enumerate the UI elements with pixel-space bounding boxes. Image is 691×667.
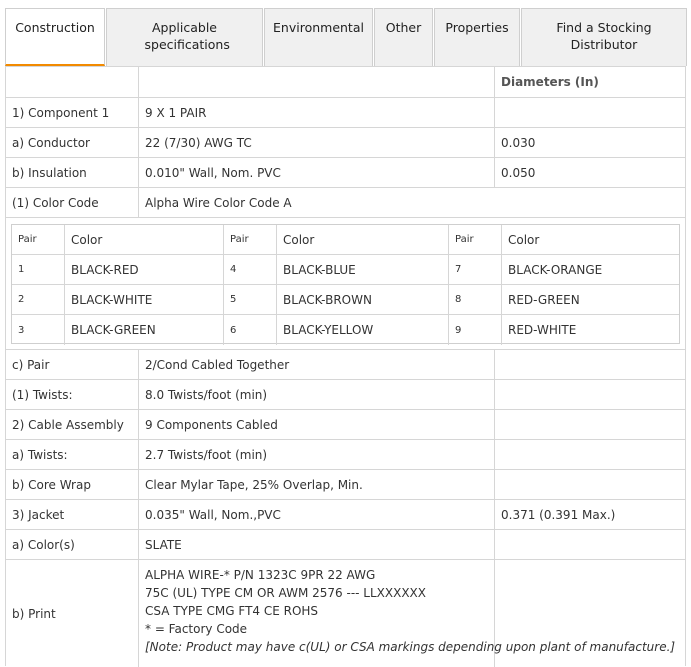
tab-applicable-specifications[interactable]: Applicable specifications xyxy=(106,8,263,66)
row-label: a) Conductor xyxy=(6,128,139,157)
row-diameter: 0.030 xyxy=(501,135,536,150)
color-code-header-row: Pair Color Pair Color Pair Color xyxy=(12,225,679,255)
pair-number: 8 xyxy=(449,285,502,314)
color-code-row: 3 BLACK-GREEN 6 BLACK-YELLOW 9 RED-WHITE xyxy=(12,315,679,345)
tab-label: Properties xyxy=(445,20,509,35)
print-line: 75C (UL) TYPE CM OR AWM 2576 --- LLXXXXX… xyxy=(145,586,426,600)
tab-label: Other xyxy=(385,20,422,35)
row-diameter xyxy=(495,350,685,379)
row-label: 2) Cable Assembly xyxy=(6,410,139,439)
color-header: Color xyxy=(508,232,540,247)
table-row: 2) Cable Assembly 9 Components Cabled xyxy=(6,410,685,440)
print-line: CSA TYPE CMG FT4 CE ROHS xyxy=(145,604,319,618)
tab-other[interactable]: Other xyxy=(374,8,433,66)
pair-color: RED-WHITE xyxy=(508,323,577,337)
table-row: 3) Jacket 0.035" Wall, Nom.,PVC 0.371 (0… xyxy=(6,500,685,530)
tab-label: Applicable specifications xyxy=(144,20,230,52)
table-row: (1) Color Code Alpha Wire Color Code A xyxy=(6,188,685,218)
row-value: 9 Components Cabled xyxy=(139,410,495,439)
row-label: a) Color(s) xyxy=(6,530,139,559)
row-value: Clear Mylar Tape, 25% Overlap, Min. xyxy=(139,470,495,499)
row-label: 3) Jacket xyxy=(6,500,139,529)
row-label: a) Twists: xyxy=(6,440,139,469)
row-diameter xyxy=(495,530,685,559)
tab-find-stocking-distributor[interactable]: Find a Stocking Distributor xyxy=(521,8,687,66)
print-legend: ALPHA WIRE-* P/N 1323C 9PR 22 AWG 75C (U… xyxy=(139,560,676,667)
tab-construction[interactable]: Construction xyxy=(5,8,105,66)
print-line: ALPHA WIRE-* P/N 1323C 9PR 22 AWG xyxy=(145,568,376,582)
row-diameter xyxy=(495,440,685,469)
tab-label: Find a Stocking Distributor xyxy=(556,20,652,52)
table-row: a) Twists: 2.7 Twists/foot (min) xyxy=(6,440,685,470)
table-header-row: Diameters (In) xyxy=(6,67,685,98)
tab-bar: Construction Applicable specifications E… xyxy=(0,0,691,66)
pair-header: Pair xyxy=(224,225,277,254)
row-value: 8.0 Twists/foot (min) xyxy=(139,380,495,409)
tab-label: Construction xyxy=(15,20,95,35)
construction-panel: Diameters (In) 1) Component 1 9 X 1 PAIR… xyxy=(5,66,686,667)
pair-color: RED-GREEN xyxy=(508,292,580,307)
row-value: SLATE xyxy=(139,530,495,559)
print-row: b) Print ALPHA WIRE-* P/N 1323C 9PR 22 A… xyxy=(6,560,685,667)
color-code-table: Pair Color Pair Color Pair Color 1 BLACK… xyxy=(11,224,680,345)
row-diameter xyxy=(495,410,685,439)
row-label: b) Print xyxy=(6,560,139,667)
table-row: (1) Twists: 8.0 Twists/foot (min) xyxy=(6,380,685,410)
pair-number: 9 xyxy=(449,315,502,345)
row-value: Alpha Wire Color Code A xyxy=(145,195,292,210)
row-value: 9 X 1 PAIR xyxy=(139,98,495,127)
row-value: 2/Cond Cabled Together xyxy=(139,350,495,379)
row-label: c) Pair xyxy=(6,350,139,379)
pair-color: BLACK-WHITE xyxy=(65,285,224,314)
row-diameter xyxy=(495,470,685,499)
table-row: c) Pair 2/Cond Cabled Together xyxy=(6,350,685,380)
row-value: 0.035" Wall, Nom.,PVC xyxy=(139,500,495,529)
pair-color: BLACK-RED xyxy=(65,255,224,284)
tab-properties[interactable]: Properties xyxy=(434,8,520,66)
table-row: b) Insulation 0.010" Wall, Nom. PVC 0.05… xyxy=(6,158,685,188)
row-diameter xyxy=(495,98,685,127)
row-label: b) Core Wrap xyxy=(6,470,139,499)
print-line: * = Factory Code xyxy=(145,622,248,636)
pair-number: 2 xyxy=(12,285,65,314)
pair-color: BLACK-GREEN xyxy=(65,315,224,345)
row-diameter: 0.371 (0.391 Max.) xyxy=(501,507,616,522)
pair-color: BLACK-BROWN xyxy=(277,285,449,314)
pair-number: 5 xyxy=(224,285,277,314)
table-cell xyxy=(6,67,139,97)
pair-number: 4 xyxy=(224,255,277,284)
pair-number: 7 xyxy=(449,255,502,284)
diameters-header: Diameters (In) xyxy=(501,75,599,89)
row-diameter xyxy=(495,380,685,409)
table-row: a) Conductor 22 (7/30) AWG TC 0.030 xyxy=(6,128,685,158)
pair-color: BLACK-BLUE xyxy=(277,255,449,284)
row-label: (1) Color Code xyxy=(6,188,139,217)
row-value: 2.7 Twists/foot (min) xyxy=(139,440,495,469)
color-header: Color xyxy=(65,225,224,254)
color-code-row: 2 BLACK-WHITE 5 BLACK-BROWN 8 RED-GREEN xyxy=(12,285,679,315)
print-note: [Note: Product may have c(UL) or CSA mar… xyxy=(145,640,676,654)
row-label: 1) Component 1 xyxy=(6,98,139,127)
pair-header: Pair xyxy=(12,225,65,254)
row-diameter xyxy=(495,560,685,667)
pair-color: BLACK-ORANGE xyxy=(508,262,603,277)
table-row: 1) Component 1 9 X 1 PAIR xyxy=(6,98,685,128)
tab-environmental[interactable]: Environmental xyxy=(264,8,373,66)
row-value: 22 (7/30) AWG TC xyxy=(139,128,495,157)
row-label: (1) Twists: xyxy=(6,380,139,409)
table-cell xyxy=(139,67,495,97)
tab-label: Environmental xyxy=(273,20,364,35)
pair-number: 6 xyxy=(224,315,277,345)
table-row: b) Core Wrap Clear Mylar Tape, 25% Overl… xyxy=(6,470,685,500)
table-row: a) Color(s) SLATE xyxy=(6,530,685,560)
pair-color: BLACK-YELLOW xyxy=(277,315,449,345)
color-code-row: 1 BLACK-RED 4 BLACK-BLUE 7 BLACK-ORANGE xyxy=(12,255,679,285)
row-label: b) Insulation xyxy=(6,158,139,187)
row-value: 0.010" Wall, Nom. PVC xyxy=(139,158,495,187)
pair-number: 3 xyxy=(12,315,65,345)
pair-header: Pair xyxy=(449,225,502,254)
row-diameter: 0.050 xyxy=(501,165,536,180)
pair-number: 1 xyxy=(12,255,65,284)
color-header: Color xyxy=(277,225,449,254)
